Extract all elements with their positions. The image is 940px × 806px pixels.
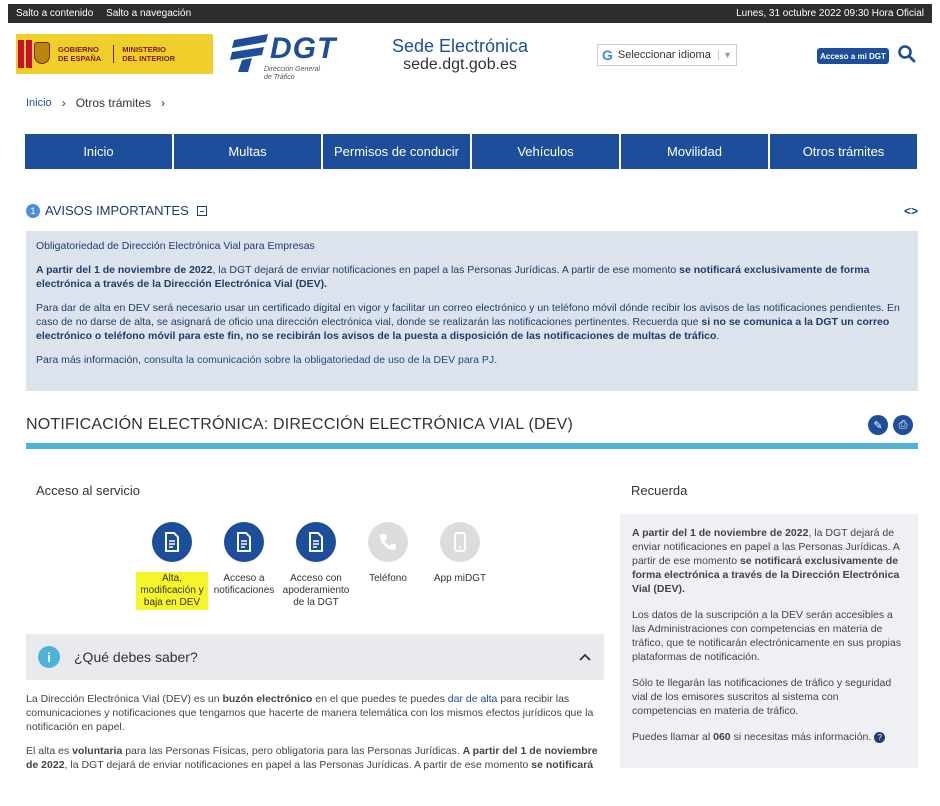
mobile-icon bbox=[440, 522, 480, 562]
document-icon bbox=[224, 522, 264, 562]
service-label: Acceso con apoderamiento de la DGT bbox=[282, 573, 350, 608]
info-icon: i bbox=[38, 646, 60, 668]
nav-item-inicio[interactable]: Inicio bbox=[25, 134, 174, 169]
phone-icon bbox=[368, 522, 408, 562]
avisos-panel: Obligatoriedad de Dirección Electrónica … bbox=[26, 231, 918, 391]
recuerda-title: Recuerda bbox=[631, 483, 688, 498]
skip-to-content-link[interactable]: Salto a contenido bbox=[16, 8, 93, 19]
service-alta-dev[interactable]: Alta, modificación y baja en DEV bbox=[136, 522, 208, 610]
avisos-more-info-link[interactable]: consulta la comunicación sobre la obliga… bbox=[144, 354, 494, 366]
breadcrumb-separator-icon: › bbox=[161, 96, 166, 110]
recuerda-panel: A partir del 1 de noviembre de 2022, la … bbox=[620, 514, 918, 768]
recuerda-paragraph-4: Puedes llamar al 060 si necesitas más in… bbox=[632, 730, 906, 744]
breadcrumb-home-link[interactable]: Inicio bbox=[26, 97, 52, 109]
avisos-count-badge: 1 bbox=[26, 203, 40, 218]
dar-de-alta-link[interactable]: dar de alta bbox=[448, 693, 498, 705]
avisos-paragraph-2: Para dar de alta en DEV será necesario u… bbox=[36, 302, 900, 342]
recuerda-paragraph-2: Los datos de la suscripción a la DEV ser… bbox=[632, 609, 902, 663]
chevron-down-icon: ▼ bbox=[718, 50, 732, 60]
nav-item-vehiculos[interactable]: Vehículos bbox=[472, 134, 621, 169]
nav-item-otros-tramites[interactable]: Otros trámites bbox=[770, 134, 917, 169]
dgt-logo[interactable]: DGT Dirección General de Tráfico bbox=[228, 30, 338, 82]
pen-icon[interactable]: ✎ bbox=[868, 415, 888, 435]
service-apoderamiento[interactable]: Acceso con apoderamiento de la DGT bbox=[280, 522, 352, 610]
accordion-label: ¿Qué debes saber? bbox=[74, 649, 198, 665]
service-list: Alta, modificación y baja en DEV Acceso … bbox=[136, 522, 496, 610]
avisos-header: 1 AVISOS IMPORTANTES <> bbox=[26, 203, 918, 218]
nav-item-movilidad[interactable]: Movilidad bbox=[621, 134, 770, 169]
sede-electronica-title[interactable]: Sede Electrónica sede.dgt.gob.es bbox=[376, 36, 544, 74]
ministerio-text: MINISTERIO DEL INTERIOR bbox=[113, 45, 175, 63]
service-label: Alta, modificación y baja en DEV bbox=[136, 572, 208, 610]
service-app-midgt: App miDGT bbox=[424, 522, 496, 610]
nav-item-multas[interactable]: Multas bbox=[174, 134, 323, 169]
document-icon bbox=[152, 522, 192, 562]
acceso-servicio-title: Acceso al servicio bbox=[36, 483, 141, 498]
search-icon[interactable] bbox=[897, 44, 917, 64]
title-underline bbox=[26, 443, 918, 449]
service-label: App miDGT bbox=[433, 573, 487, 584]
google-g-icon: G bbox=[602, 47, 613, 63]
recuerda-paragraph-1: A partir del 1 de noviembre de 2022, la … bbox=[632, 527, 900, 595]
breadcrumb-current[interactable]: Otros trámites bbox=[76, 96, 151, 110]
main-navigation: Inicio Multas Permisos de conducir Vehíc… bbox=[25, 134, 917, 169]
document-icon bbox=[296, 522, 336, 562]
recuerda-paragraph-3: Sólo te llegarán las notificaciones de t… bbox=[632, 677, 892, 717]
top-bar: Salto a contenido Salto a navegación Lun… bbox=[8, 4, 932, 23]
chevron-up-icon[interactable] bbox=[578, 649, 592, 665]
language-selector[interactable]: G Seleccionar idioma ▼ bbox=[597, 44, 737, 66]
page-tools: ✎ ⎙ bbox=[868, 415, 913, 435]
service-label: Teléfono bbox=[369, 573, 407, 584]
dgt-wordmark: DGT bbox=[270, 32, 337, 65]
gobierno-text: GOBIERNO DE ESPAÑA bbox=[58, 45, 102, 63]
avisos-paragraph-1: A partir del 1 de noviembre de 2022, la … bbox=[36, 264, 870, 290]
breadcrumb: Inicio › Otros trámites › bbox=[26, 96, 165, 110]
dgt-subtitle: Dirección General de Tráfico bbox=[264, 66, 321, 81]
site-header: GOBIERNO DE ESPAÑA MINISTERIO DEL INTERI… bbox=[0, 24, 940, 88]
page-title: NOTIFICACIÓN ELECTRÓNICA: DIRECCIÓN ELEC… bbox=[26, 416, 574, 433]
breadcrumb-separator-icon: › bbox=[61, 96, 66, 110]
description-paragraph-2: El alta es voluntaria para las Personas … bbox=[26, 745, 598, 771]
print-icon[interactable]: ⎙ bbox=[893, 415, 913, 435]
service-label: Acceso a notificaciones bbox=[213, 573, 275, 596]
dev-description: La Dirección Electrónica Vial (DEV) es u… bbox=[26, 692, 604, 782]
skip-to-navigation-link[interactable]: Salto a navegación bbox=[106, 8, 191, 19]
description-paragraph-1: La Dirección Electrónica Vial (DEV) es u… bbox=[26, 693, 594, 733]
service-telefono: Teléfono bbox=[352, 522, 424, 610]
que-debes-saber-accordion[interactable]: i ¿Qué debes saber? bbox=[26, 634, 604, 680]
collapse-icon[interactable] bbox=[196, 205, 207, 216]
nav-item-permisos[interactable]: Permisos de conducir bbox=[323, 134, 472, 169]
acceso-mi-dgt-button[interactable]: Acceso a mi DGT bbox=[817, 48, 889, 64]
question-icon[interactable]: ? bbox=[874, 731, 886, 743]
avisos-heading: Obligatoriedad de Dirección Electrónica … bbox=[36, 240, 315, 252]
carousel-arrows-icon[interactable]: <> bbox=[904, 204, 918, 218]
avisos-paragraph-3: Para más información, consulta la comuni… bbox=[36, 354, 498, 366]
avisos-title: AVISOS IMPORTANTES bbox=[45, 203, 189, 218]
official-datetime: Lunes, 31 octubre 2022 09:30 Hora Oficia… bbox=[736, 8, 924, 19]
gobierno-logo[interactable]: GOBIERNO DE ESPAÑA MINISTERIO DEL INTERI… bbox=[16, 34, 213, 74]
service-acceso-notificaciones[interactable]: Acceso a notificaciones bbox=[208, 522, 280, 610]
skip-links: Salto a contenido Salto a navegación bbox=[16, 8, 201, 19]
spain-coat-of-arms-icon bbox=[16, 34, 54, 74]
language-selector-label: Seleccionar idioma bbox=[617, 49, 711, 61]
